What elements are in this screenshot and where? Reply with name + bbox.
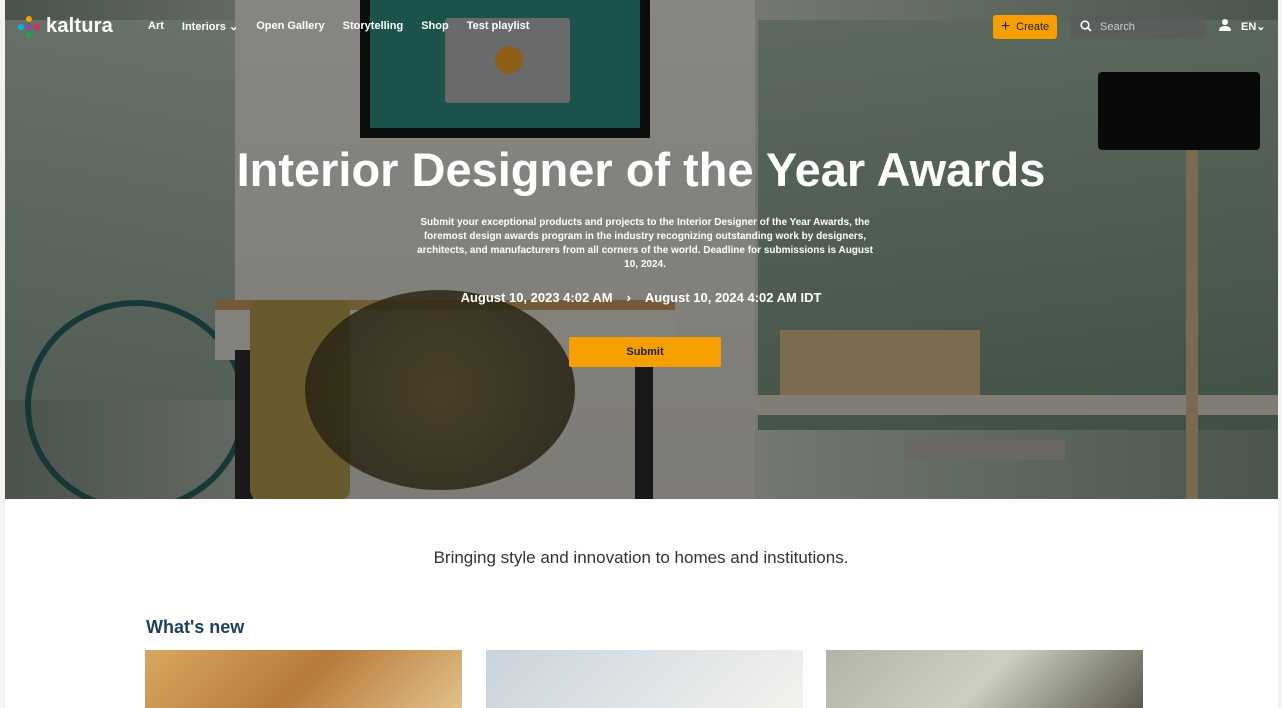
- main-nav: Art Interiors ⌄ Open Gallery Storytellin…: [148, 20, 529, 33]
- kaltura-logo-icon: [18, 15, 40, 38]
- hero-dates: August 10, 2023 4:02 AM › August 10, 2024 …: [0, 290, 1282, 305]
- language-selector[interactable]: EN⌄: [1241, 20, 1266, 33]
- date-separator: ›: [626, 290, 631, 305]
- nav-item-shop[interactable]: Shop: [421, 20, 449, 33]
- whats-new-title: What's new: [146, 617, 245, 637]
- language-label: EN: [1241, 21, 1257, 33]
- hero-description: Submit your exceptional products and pro…: [417, 217, 873, 270]
- nav-item-open-gallery[interactable]: Open Gallery: [256, 20, 324, 33]
- tagline: Bringing style and innovation to homes a…: [433, 548, 849, 567]
- nav-item-art[interactable]: Art: [148, 20, 164, 33]
- create-label: Create: [1016, 21, 1050, 33]
- end-date: August 10, 2024 4:02 AM IDT: [644, 290, 822, 305]
- plus-icon: +: [1000, 18, 1011, 35]
- chevron-down-icon: ⌄: [1256, 21, 1266, 33]
- hero-title: Interior Designer of the Year Awards: [236, 143, 1046, 196]
- user-icon[interactable]: [1218, 18, 1232, 35]
- media-card[interactable]: [486, 650, 803, 708]
- search-placeholder: Search: [1100, 21, 1135, 33]
- nav-item-interiors[interactable]: Interiors ⌄: [182, 20, 238, 33]
- search-icon: [1080, 19, 1092, 35]
- kaltura-logo[interactable]: kaltura: [18, 15, 113, 38]
- top-nav: kaltura Art Interiors ⌄ Open Gallery Sto…: [0, 0, 1282, 54]
- submit-button[interactable]: Submit: [569, 337, 721, 367]
- logo-text: kaltura: [46, 15, 113, 37]
- media-card[interactable]: [826, 650, 1143, 708]
- create-button[interactable]: + Create: [993, 15, 1057, 39]
- search-input[interactable]: Search: [1070, 15, 1205, 39]
- start-date: August 10, 2023 4:02 AM: [460, 290, 613, 305]
- media-card[interactable]: [145, 650, 462, 708]
- nav-item-storytelling[interactable]: Storytelling: [343, 20, 404, 33]
- nav-item-test-playlist[interactable]: Test playlist: [467, 20, 530, 33]
